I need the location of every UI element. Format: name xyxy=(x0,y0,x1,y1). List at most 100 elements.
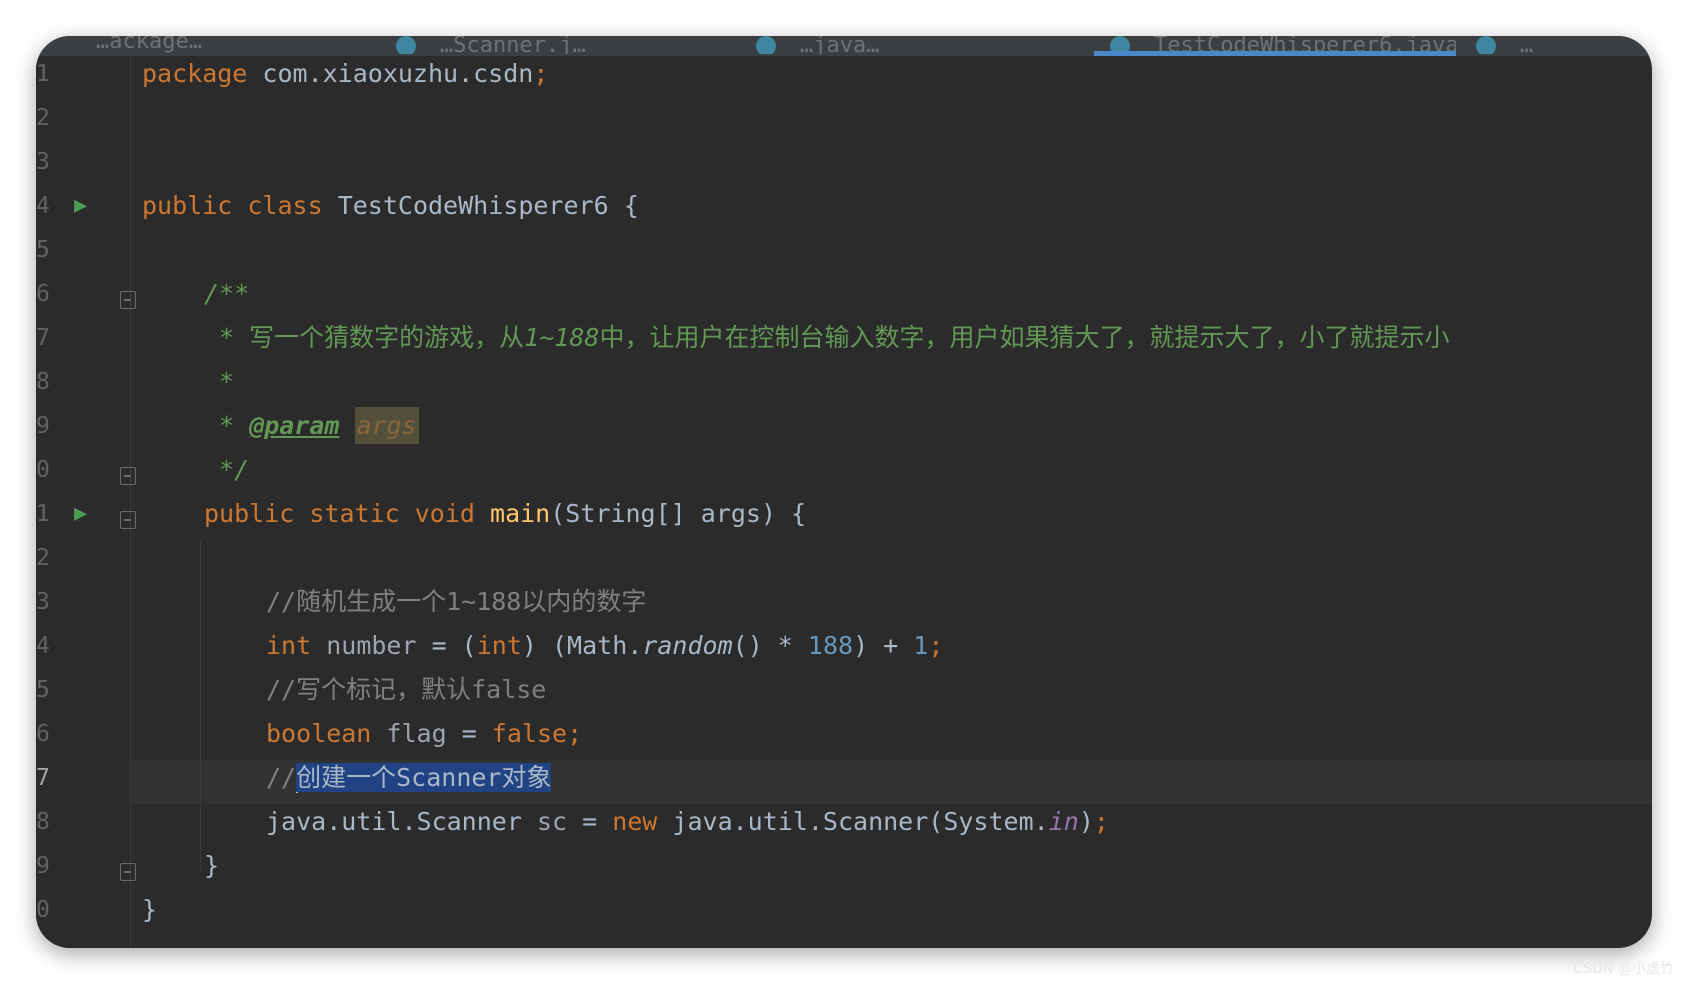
line-number[interactable]: 0 xyxy=(36,888,50,932)
keyword: package xyxy=(142,59,248,88)
run-class-icon[interactable]: ▶ xyxy=(74,184,87,228)
keyword: int xyxy=(476,631,522,660)
javadoc-star: * xyxy=(204,323,250,352)
editor-window: …ackage… …Scanner.j… …java… TestCodeWhis… xyxy=(36,36,1652,948)
code-line-4[interactable]: public class TestCodeWhisperer6 { xyxy=(142,184,639,228)
line-number[interactable]: 8 xyxy=(36,360,50,404)
tab-label: … xyxy=(1520,36,1534,54)
fold-end-icon[interactable] xyxy=(120,467,136,485)
operator: = xyxy=(567,807,613,836)
code-line-8[interactable]: * xyxy=(204,360,234,404)
line-number[interactable]: 2 xyxy=(36,96,50,140)
run-main-icon[interactable]: ▶ xyxy=(74,492,87,536)
code-line-1[interactable]: package com.xiaoxuzhu.csdn; xyxy=(142,52,548,96)
line-number-current[interactable]: 7 xyxy=(36,756,50,800)
line-number[interactable]: 5 xyxy=(36,228,50,272)
code-line-15[interactable]: //写个标记，默认false xyxy=(266,668,546,712)
line-number[interactable]: 6 xyxy=(36,272,50,316)
editor-tab-5[interactable]: … xyxy=(1476,36,1652,54)
watermark: CSDN @小虚竹 xyxy=(1573,961,1674,977)
brace: { xyxy=(608,191,639,220)
code-text: ) xyxy=(1078,807,1094,836)
line-number[interactable]: 6 xyxy=(36,712,50,756)
operator: = ( xyxy=(416,631,477,660)
keyword: new xyxy=(612,807,658,836)
javadoc-text: 写一个猜数字的游戏，从 xyxy=(249,323,525,352)
local-variable: number xyxy=(326,631,417,660)
keyword: void xyxy=(414,499,475,528)
static-field: in xyxy=(1048,807,1079,836)
brace: } xyxy=(142,895,158,924)
comment: // xyxy=(266,763,297,792)
class-name: TestCodeWhisperer6 xyxy=(337,191,609,220)
javadoc-star: * xyxy=(204,411,250,440)
code-text: () * xyxy=(732,631,808,660)
javadoc-open: /** xyxy=(204,279,250,308)
semicolon: ; xyxy=(928,631,944,660)
code-line-18[interactable]: java.util.Scanner sc = new java.util.Sca… xyxy=(266,800,1109,844)
method-signature: (String[] args) { xyxy=(550,499,807,528)
keyword: public xyxy=(142,191,233,220)
code-text: java.util.Scanner(System. xyxy=(657,807,1049,836)
selected-comment-text[interactable]: 创建一个Scanner对象 xyxy=(296,763,552,792)
javadoc-text: 中，让用户在控制台输入数字，用户如果猜大了，就提示大了，小了就提示小 xyxy=(599,323,1450,352)
javadoc-param-name: args xyxy=(354,407,419,444)
keyword: boolean xyxy=(266,719,372,748)
editor-tab-3[interactable]: …java… xyxy=(756,36,1086,54)
method-name: main xyxy=(490,499,551,528)
line-number[interactable]: 3 xyxy=(36,140,50,184)
comment: //写个标记，默认false xyxy=(266,675,547,704)
line-number[interactable]: 1 xyxy=(36,492,50,536)
line-number[interactable]: 4 xyxy=(36,184,50,228)
line-number[interactable]: 3 xyxy=(36,580,50,624)
java-file-icon xyxy=(756,36,776,54)
javadoc-close: */ xyxy=(204,455,250,484)
number-literal: 1 xyxy=(913,631,929,660)
code-line-14[interactable]: int number = (int) (Math.random() * 188)… xyxy=(266,624,943,668)
package-name: com.xiaoxuzhu.csdn xyxy=(247,59,534,88)
indent-guide xyxy=(200,540,201,870)
number-literal: 188 xyxy=(807,631,854,660)
semicolon: ; xyxy=(567,719,583,748)
line-number[interactable]: 4 xyxy=(36,624,50,668)
fold-collapse-icon[interactable] xyxy=(120,291,136,309)
semicolon: ; xyxy=(1093,807,1109,836)
line-number[interactable]: 8 xyxy=(36,800,50,844)
javadoc-range: 1~188 xyxy=(524,323,600,352)
tab-label: …java… xyxy=(800,36,880,54)
line-number[interactable]: 7 xyxy=(36,316,50,360)
line-number[interactable]: 5 xyxy=(36,668,50,712)
line-number[interactable]: 9 xyxy=(36,844,50,888)
type-name: java.util.Scanner xyxy=(266,807,522,836)
code-line-19[interactable]: } xyxy=(204,844,219,888)
keyword: int xyxy=(266,631,312,660)
line-number[interactable]: 2 xyxy=(36,536,50,580)
local-variable: sc xyxy=(536,807,568,836)
code-line-7[interactable]: * 写一个猜数字的游戏，从1~188中，让用户在控制台输入数字，用户如果猜大了，… xyxy=(204,316,1449,360)
line-number[interactable]: 9 xyxy=(36,404,50,448)
line-number[interactable]: 0 xyxy=(36,448,50,492)
code-line-20[interactable]: } xyxy=(142,888,157,932)
code-line-13[interactable]: //随机生成一个1~188以内的数字 xyxy=(266,580,646,624)
code-line-6[interactable]: /** xyxy=(204,272,249,316)
code-line-10[interactable]: */ xyxy=(204,448,249,492)
code-line-16[interactable]: boolean flag = false; xyxy=(266,712,582,756)
keyword: class xyxy=(247,191,323,220)
operator: = xyxy=(446,719,492,748)
keyword: public xyxy=(204,499,295,528)
line-number[interactable]: 1 xyxy=(36,52,50,96)
fold-collapse-icon[interactable] xyxy=(120,511,136,529)
code-text: ) (Math. xyxy=(521,631,643,660)
javadoc-param-tag: @param xyxy=(249,411,340,440)
code-line-9[interactable]: * @param args xyxy=(204,404,419,448)
active-tab-indicator xyxy=(1094,51,1456,56)
brace: } xyxy=(204,851,220,880)
code-line-11[interactable]: public static void main(String[] args) { xyxy=(204,492,806,536)
semicolon: ; xyxy=(533,59,549,88)
gutter-divider xyxy=(130,56,131,948)
code-line-17[interactable]: //创建一个Scanner对象 xyxy=(266,756,552,800)
comment: //随机生成一个1~188以内的数字 xyxy=(266,587,647,616)
java-file-icon xyxy=(1476,36,1496,54)
fold-end-icon[interactable] xyxy=(120,863,136,881)
static-method: random xyxy=(642,631,733,660)
